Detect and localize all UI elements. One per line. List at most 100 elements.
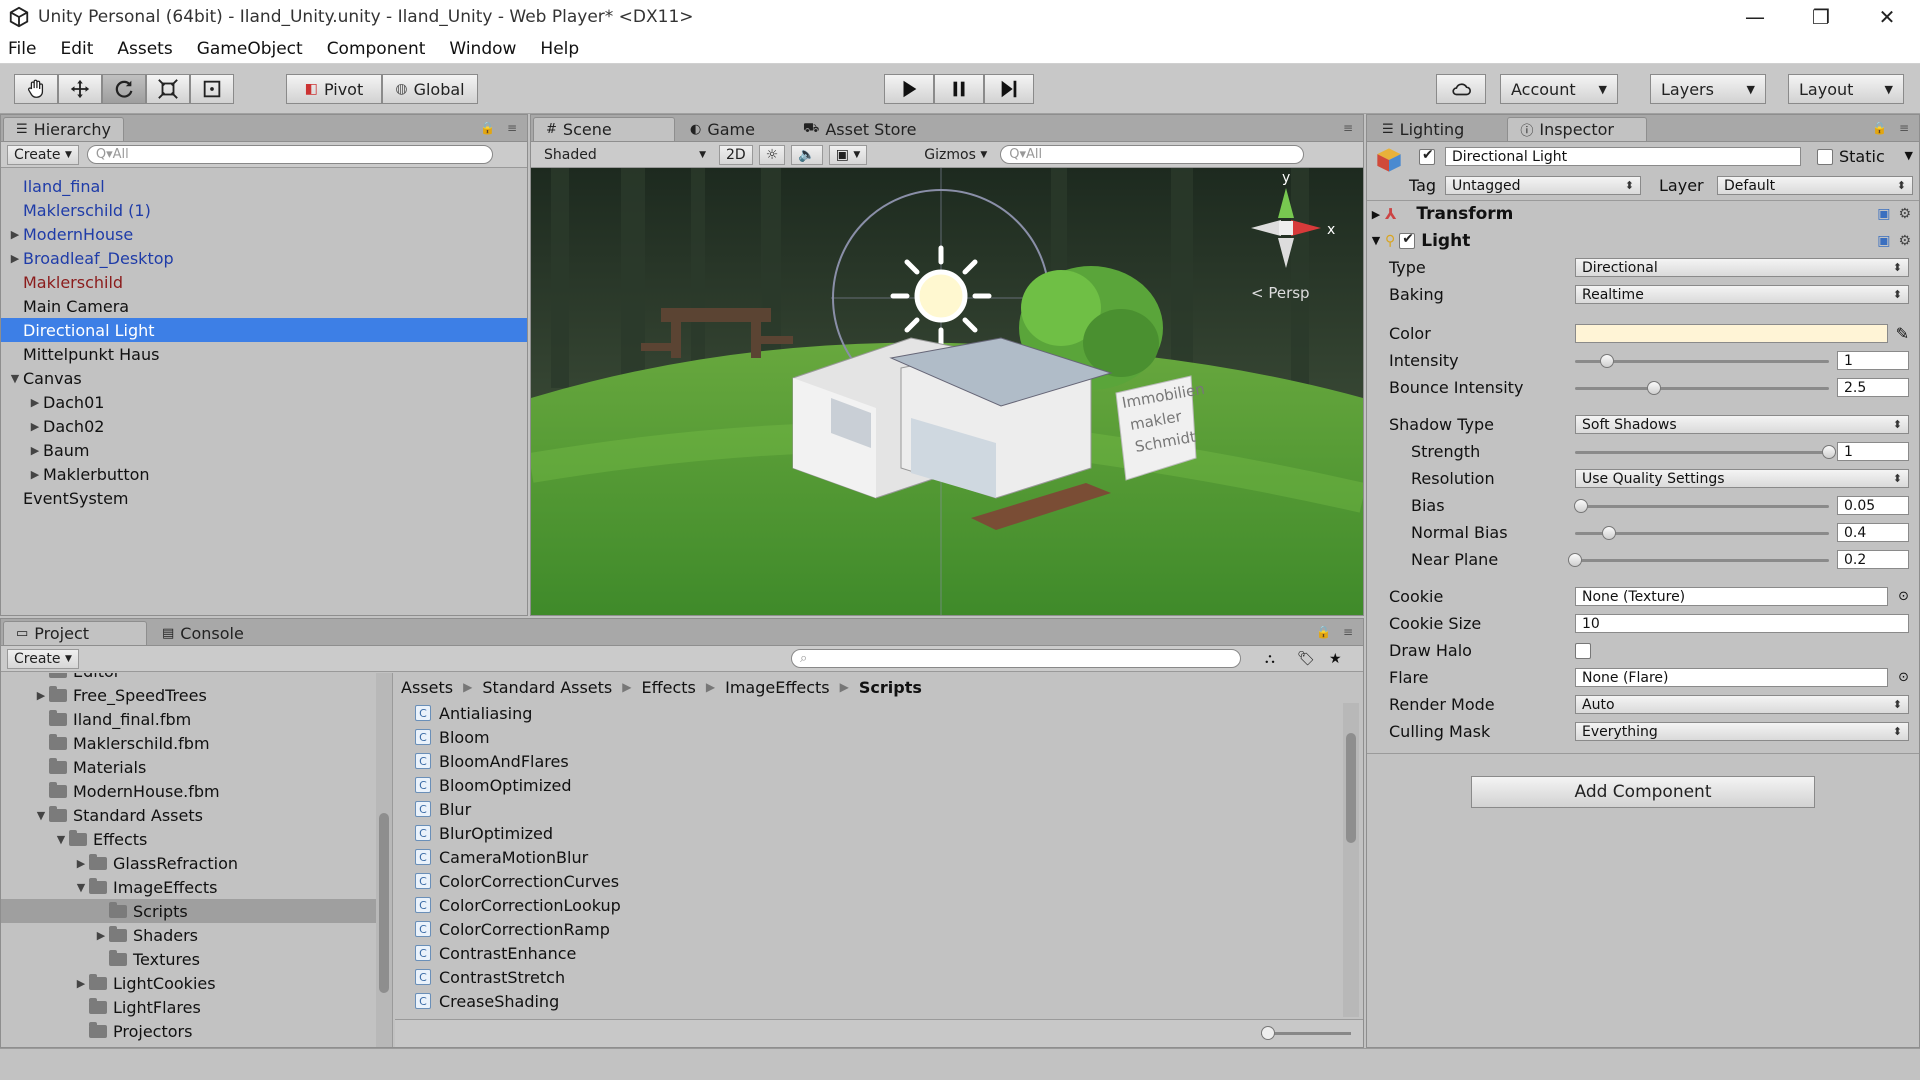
- folder-tree-item[interactable]: ▼ ImageEffects: [1, 875, 392, 899]
- hierarchy-item[interactable]: ▼ Canvas: [1, 366, 527, 390]
- filter-label-icon[interactable]: 🏷: [1297, 651, 1315, 667]
- folder-tree-item[interactable]: ▶ Free_SpeedTrees: [1, 683, 392, 707]
- hierarchy-item[interactable]: ▶ Dach02: [1, 414, 527, 438]
- asset-file-item[interactable]: C ColorCorrectionCurves: [395, 869, 1363, 893]
- strength-field[interactable]: 1: [1837, 442, 1909, 461]
- expand-arrow-icon[interactable]: ▶: [27, 468, 43, 481]
- color-field[interactable]: [1575, 324, 1888, 343]
- asset-file-item[interactable]: C Antialiasing: [395, 701, 1363, 725]
- asset-file-item[interactable]: C ContrastStretch: [395, 965, 1363, 989]
- bounce-intensity-slider[interactable]: [1575, 378, 1829, 398]
- asset-file-item[interactable]: C CameraMotionBlur: [395, 845, 1363, 869]
- scene-audio-toggle[interactable]: 🔈: [791, 144, 823, 165]
- cookie-object-field[interactable]: None (Texture): [1575, 587, 1889, 606]
- asset-file-item[interactable]: C ContrastEnhance: [395, 941, 1363, 965]
- menu-edit[interactable]: Edit: [60, 39, 93, 59]
- slider-knob[interactable]: [1647, 380, 1662, 395]
- cloud-services-button[interactable]: [1436, 74, 1486, 104]
- maximize-button[interactable]: ❐: [1788, 0, 1854, 34]
- minimize-button[interactable]: —: [1722, 0, 1788, 34]
- expand-arrow-icon[interactable]: ▶: [73, 857, 89, 870]
- panel-options-icon[interactable]: 🔒 ≡: [1316, 625, 1357, 639]
- resolution-dropdown[interactable]: Use Quality Settings: [1575, 469, 1909, 488]
- project-create-button[interactable]: Create ▼: [7, 648, 79, 669]
- pivot-toggle-button[interactable]: ◧ Pivot: [286, 74, 382, 104]
- expand-arrow-icon[interactable]: ▼: [53, 833, 69, 846]
- hierarchy-item[interactable]: Directional Light: [1, 318, 527, 342]
- expand-arrow-icon[interactable]: ▼: [7, 372, 23, 385]
- eyedropper-icon[interactable]: ✎: [1896, 324, 1909, 343]
- baking-dropdown[interactable]: Realtime: [1575, 285, 1909, 304]
- expand-arrow-icon[interactable]: ▼: [33, 809, 49, 822]
- object-active-checkbox[interactable]: [1419, 147, 1435, 165]
- hierarchy-item[interactable]: EventSystem: [1, 486, 527, 510]
- hierarchy-item[interactable]: ▶ Baum: [1, 438, 527, 462]
- shading-mode-dropdown[interactable]: Shaded ▼: [537, 145, 713, 165]
- tab-hierarchy[interactable]: ☰ Hierarchy: [3, 117, 124, 141]
- shadow-type-dropdown[interactable]: Soft Shadows: [1575, 415, 1909, 434]
- static-checkbox[interactable]: [1817, 149, 1833, 165]
- folder-tree-item[interactable]: ▶ GlassRefraction: [1, 851, 392, 875]
- help-book-icon[interactable]: ▣: [1877, 206, 1890, 222]
- tab-project[interactable]: ▭ Project: [3, 621, 147, 645]
- play-button[interactable]: [884, 74, 934, 104]
- menu-help[interactable]: Help: [540, 39, 579, 59]
- intensity-field[interactable]: 1: [1837, 351, 1909, 370]
- favorite-star-icon[interactable]: ★: [1329, 651, 1342, 667]
- scene-effects-dropdown[interactable]: ▣ ▼: [828, 144, 868, 165]
- hierarchy-item[interactable]: ▶ Broadleaf_Desktop: [1, 246, 527, 270]
- menu-window[interactable]: Window: [449, 39, 516, 59]
- folder-tree-item[interactable]: ▶ LightCookies: [1, 971, 392, 995]
- folder-tree-item[interactable]: Scripts: [1, 899, 392, 923]
- expand-arrow-icon[interactable]: ▶: [27, 444, 43, 457]
- light-type-dropdown[interactable]: Directional: [1575, 258, 1909, 277]
- bounce-intensity-field[interactable]: 2.5: [1837, 378, 1909, 397]
- bias-field[interactable]: 0.05: [1837, 496, 1909, 515]
- folder-tree-item[interactable]: Maklerschild.fbm: [1, 731, 392, 755]
- layout-dropdown[interactable]: Layout ▼: [1788, 74, 1904, 104]
- folder-tree-item[interactable]: ▼ Effects: [1, 827, 392, 851]
- folder-tree-item[interactable]: Textures: [1, 947, 392, 971]
- object-picker-icon[interactable]: ⊙: [1898, 589, 1909, 604]
- normal-bias-field[interactable]: 0.4: [1837, 523, 1909, 542]
- tab-asset-store[interactable]: ⛟ Asset Store: [790, 117, 929, 141]
- step-button[interactable]: [984, 74, 1034, 104]
- folder-tree-item[interactable]: LightFlares: [1, 995, 392, 1019]
- light-component-header[interactable]: ▼ ⚲ Light ▣⚙: [1367, 227, 1919, 254]
- breadcrumb-item[interactable]: Effects: [642, 678, 696, 697]
- hierarchy-item[interactable]: Maklerschild (1): [1, 198, 527, 222]
- culling-mask-dropdown[interactable]: Everything: [1575, 722, 1909, 741]
- folder-tree-item[interactable]: ModernHouse.fbm: [1, 779, 392, 803]
- panel-options-icon[interactable]: ≡: [1343, 121, 1357, 135]
- filter-type-icon[interactable]: ⛬: [1265, 651, 1275, 667]
- slider-knob[interactable]: [1599, 353, 1614, 368]
- light-enabled-checkbox[interactable]: [1399, 231, 1416, 249]
- expand-arrow-icon[interactable]: ▶: [93, 929, 109, 942]
- project-search-input[interactable]: ⌕: [791, 649, 1241, 668]
- asset-list-scrollbar[interactable]: [1343, 703, 1359, 1017]
- slider-knob[interactable]: [1574, 498, 1589, 513]
- folder-tree-item[interactable]: Projectors: [1, 1019, 392, 1043]
- expand-arrow-icon[interactable]: ▶: [7, 252, 23, 265]
- hierarchy-item[interactable]: ▶ Maklerbutton: [1, 462, 527, 486]
- account-dropdown[interactable]: Account ▼: [1500, 74, 1618, 104]
- hierarchy-search-input[interactable]: Q▾All: [86, 145, 493, 164]
- object-name-field[interactable]: Directional Light: [1445, 147, 1801, 166]
- folder-tree-item[interactable]: Materials: [1, 755, 392, 779]
- static-dropdown-arrow-icon[interactable]: ▼: [1905, 149, 1913, 162]
- normal-bias-slider[interactable]: [1575, 523, 1829, 543]
- hierarchy-item[interactable]: ▶ ModernHouse: [1, 222, 527, 246]
- near-plane-slider[interactable]: [1568, 550, 1829, 570]
- slider-knob[interactable]: [1822, 444, 1836, 459]
- menu-gameobject[interactable]: GameObject: [197, 39, 303, 59]
- asset-file-item[interactable]: C BloomOptimized: [395, 773, 1363, 797]
- cookie-size-field[interactable]: 10: [1575, 614, 1909, 633]
- expand-arrow-icon[interactable]: ▶: [27, 420, 43, 433]
- render-mode-dropdown[interactable]: Auto: [1575, 695, 1909, 714]
- transform-component-header[interactable]: ▶ ⅄ Transform ▣ ⚙: [1367, 200, 1919, 227]
- hierarchy-create-button[interactable]: Create ▼: [7, 144, 79, 165]
- close-button[interactable]: ✕: [1854, 0, 1920, 34]
- scene-viewport[interactable]: Immobilien makler Schmidt y x < Persp: [531, 168, 1363, 615]
- move-tool-button[interactable]: [58, 74, 102, 104]
- scene-search-input[interactable]: Q▾All: [1000, 145, 1305, 164]
